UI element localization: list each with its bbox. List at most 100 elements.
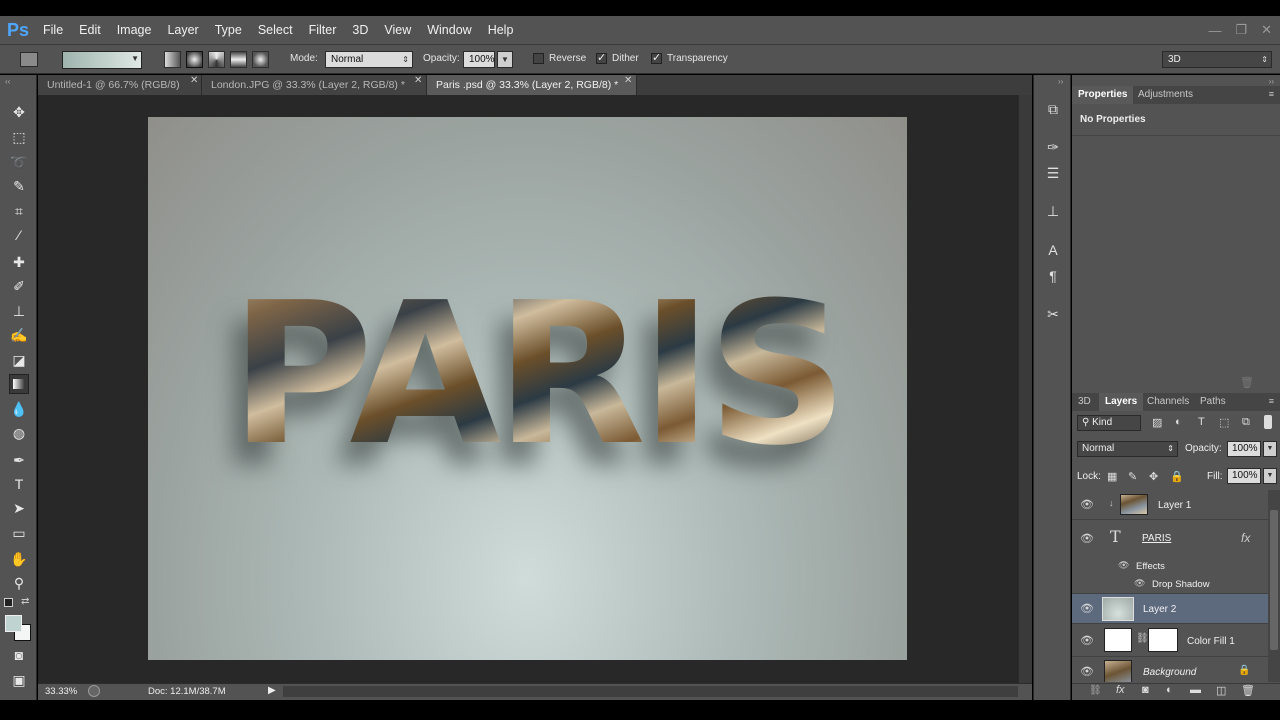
- lock-transparent-icon[interactable]: ▦: [1107, 470, 1117, 483]
- menu-3d[interactable]: 3D: [344, 16, 376, 44]
- restore-icon[interactable]: ❐: [1235, 22, 1247, 38]
- menu-help[interactable]: Help: [480, 16, 522, 44]
- fx-icon[interactable]: fx: [1241, 531, 1250, 545]
- pen-tool-icon[interactable]: ✒: [9, 450, 29, 470]
- fill-field[interactable]: 100%: [1227, 468, 1261, 484]
- link-chain-icon[interactable]: ⛓: [1136, 633, 1149, 644]
- canvas-vertical-scrollbar[interactable]: [1018, 95, 1032, 683]
- history-brush-tool-icon[interactable]: ✍: [9, 325, 29, 345]
- gradient-preview[interactable]: ▼: [62, 51, 142, 69]
- layer-row-background[interactable]: 👁 Background 🔒: [1072, 657, 1268, 682]
- close-icon[interactable]: ✕: [1261, 22, 1272, 38]
- new-adjustment-icon[interactable]: ◐: [1166, 684, 1173, 696]
- trash-icon[interactable]: 🗑: [1240, 376, 1254, 389]
- close-icon[interactable]: ✕: [624, 75, 632, 86]
- menu-edit[interactable]: Edit: [71, 16, 109, 44]
- tab-layers[interactable]: Layers: [1099, 393, 1144, 411]
- eyedropper-tool-icon[interactable]: ⁄: [9, 225, 29, 245]
- swap-colors-icon[interactable]: ⇄: [21, 596, 29, 607]
- collapse-arrows-icon[interactable]: ‹‹: [5, 77, 10, 86]
- add-style-icon[interactable]: fx: [1116, 684, 1125, 696]
- hand-tool-icon[interactable]: ✋: [9, 549, 29, 569]
- radial-gradient-button[interactable]: [186, 51, 203, 68]
- angle-gradient-button[interactable]: [208, 51, 225, 68]
- lock-position-icon[interactable]: ✥: [1149, 470, 1158, 483]
- lasso-tool-icon[interactable]: ➰: [9, 152, 29, 172]
- layer-row-paris[interactable]: 👁 T PARIS fx: [1072, 520, 1268, 558]
- filter-shape-icon[interactable]: ⬚: [1219, 416, 1229, 429]
- menu-image[interactable]: Image: [109, 16, 160, 44]
- layer-filter-select[interactable]: ⚲ Kind: [1077, 415, 1141, 431]
- layer-row-color-fill[interactable]: 👁 ⛓ Color Fill 1: [1072, 624, 1268, 657]
- filter-type-icon[interactable]: T: [1198, 416, 1205, 428]
- canvas-horizontal-scrollbar[interactable]: [283, 686, 1018, 697]
- close-icon[interactable]: ✕: [190, 75, 198, 86]
- close-icon[interactable]: ✕: [414, 75, 422, 86]
- menu-window[interactable]: Window: [419, 16, 479, 44]
- brush-presets-icon[interactable]: ✑: [1043, 137, 1063, 157]
- move-tool-icon[interactable]: ✥: [9, 102, 29, 122]
- healing-brush-tool-icon[interactable]: ✚: [9, 252, 29, 272]
- menu-select[interactable]: Select: [250, 16, 301, 44]
- clone-stamp-tool-icon[interactable]: ⊥: [9, 301, 29, 321]
- marquee-tool-icon[interactable]: ⬚: [9, 127, 29, 147]
- quick-mask-icon[interactable]: ◙: [9, 645, 29, 665]
- tab-3d[interactable]: 3D: [1072, 393, 1097, 411]
- layers-scrollbar[interactable]: [1268, 490, 1280, 682]
- minimize-icon[interactable]: —: [1208, 23, 1221, 38]
- blur-tool-icon[interactable]: 💧: [9, 399, 29, 419]
- panel-menu-icon[interactable]: ≡: [1269, 89, 1274, 99]
- visibility-eye-icon[interactable]: 👁: [1080, 634, 1094, 647]
- menu-type[interactable]: Type: [207, 16, 250, 44]
- paragraph-panel-icon[interactable]: ¶: [1043, 266, 1063, 286]
- effects-eye-icon[interactable]: 👁: [1118, 560, 1129, 571]
- reflected-gradient-button[interactable]: [230, 51, 247, 68]
- tool-presets-icon[interactable]: ✂: [1043, 304, 1063, 324]
- zoom-tool-icon[interactable]: ⚲: [9, 573, 29, 593]
- filter-smart-object-icon[interactable]: ⧉: [1242, 416, 1250, 429]
- effect-eye-icon[interactable]: 👁: [1134, 578, 1145, 589]
- link-layers-icon[interactable]: ⛓: [1089, 685, 1102, 696]
- new-group-icon[interactable]: ▬: [1190, 684, 1201, 696]
- visibility-eye-icon[interactable]: 👁: [1080, 532, 1094, 545]
- effects-row[interactable]: 👁 Effects: [1072, 558, 1268, 576]
- filter-toggle-icon[interactable]: [1264, 415, 1272, 429]
- character-panel-icon[interactable]: A: [1043, 240, 1063, 260]
- layer-opacity-field[interactable]: 100%: [1227, 441, 1261, 457]
- mode-select[interactable]: Normal ⇕: [325, 51, 413, 68]
- visibility-eye-icon[interactable]: 👁: [1080, 498, 1094, 511]
- layer-row-layer2[interactable]: 👁 Layer 2: [1072, 594, 1268, 624]
- rectangle-tool-icon[interactable]: ▭: [9, 523, 29, 543]
- drop-shadow-row[interactable]: 👁 Drop Shadow: [1072, 576, 1268, 594]
- type-tool-icon[interactable]: T: [9, 474, 29, 494]
- clone-source-icon[interactable]: ⊥: [1043, 201, 1063, 221]
- menu-layer[interactable]: Layer: [159, 16, 206, 44]
- menu-filter[interactable]: Filter: [301, 16, 345, 44]
- tab-london[interactable]: London.JPG @ 33.3% (Layer 2, RGB/8) *: [202, 75, 427, 95]
- lock-all-icon[interactable]: 🔒: [1170, 470, 1184, 483]
- menu-file[interactable]: File: [35, 16, 71, 44]
- new-layer-icon[interactable]: ◫: [1216, 684, 1226, 697]
- scrollbar-thumb[interactable]: [1270, 510, 1278, 650]
- tool-preset-icon[interactable]: [20, 52, 38, 67]
- tab-adjustments[interactable]: Adjustments: [1132, 86, 1199, 104]
- filter-adjustment-icon[interactable]: ◐: [1175, 416, 1182, 428]
- chevron-down-icon[interactable]: ▼: [131, 54, 139, 63]
- crop-tool-icon[interactable]: ⌗: [9, 201, 29, 221]
- document-canvas[interactable]: PARIS: [148, 117, 907, 660]
- foreground-color-swatch[interactable]: [5, 615, 22, 632]
- eraser-tool-icon[interactable]: ◪: [9, 350, 29, 370]
- default-colors-icon[interactable]: [4, 598, 13, 607]
- status-info-icon[interactable]: [88, 685, 100, 697]
- visibility-eye-icon[interactable]: 👁: [1080, 602, 1094, 615]
- tab-channels[interactable]: Channels: [1141, 393, 1195, 411]
- linear-gradient-button[interactable]: [164, 51, 181, 68]
- lock-image-icon[interactable]: ✎: [1128, 470, 1137, 483]
- visibility-eye-icon[interactable]: 👁: [1080, 665, 1094, 678]
- zoom-level[interactable]: 33.33%: [45, 686, 77, 697]
- tab-paris[interactable]: Paris .psd @ 33.3% (Layer 2, RGB/8) *: [427, 75, 637, 95]
- opacity-dropdown-button[interactable]: ▼: [1263, 441, 1277, 457]
- transparency-checkbox[interactable]: [651, 51, 662, 64]
- add-mask-icon[interactable]: ◙: [1142, 684, 1149, 696]
- dither-checkbox[interactable]: [596, 51, 607, 64]
